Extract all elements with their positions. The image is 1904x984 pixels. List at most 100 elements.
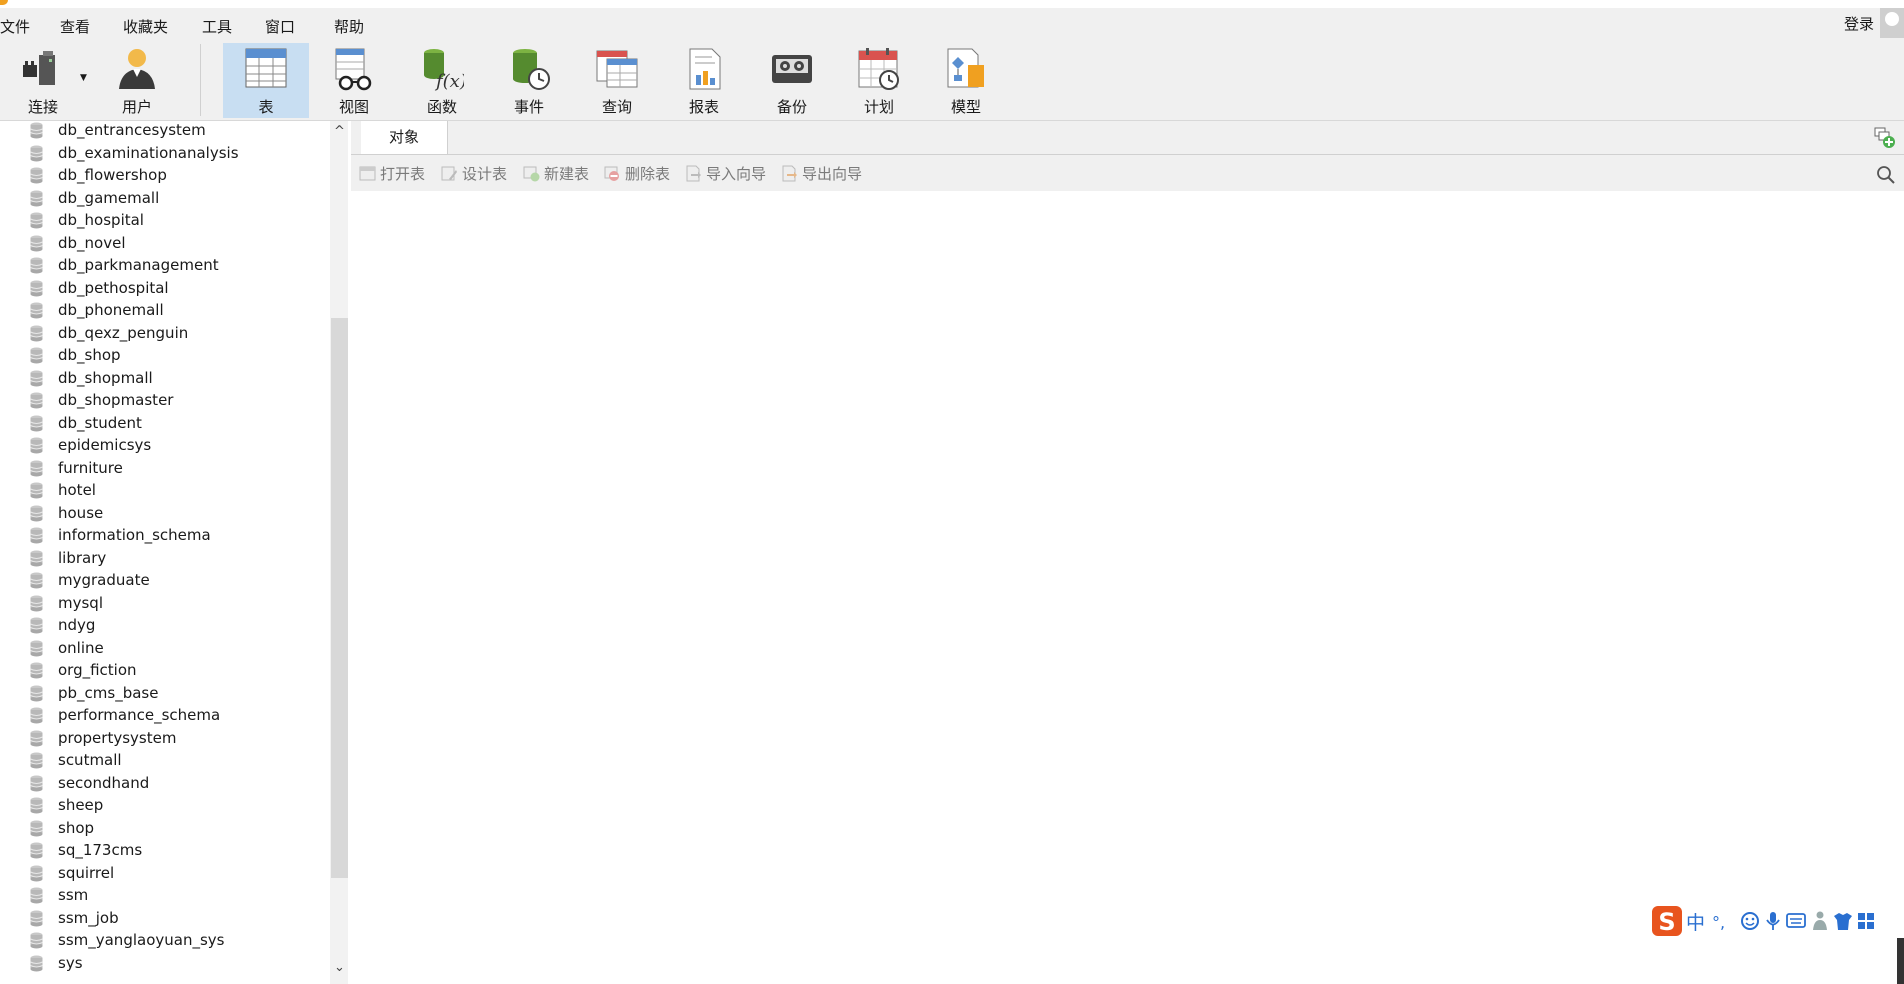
database-name: online [58, 638, 104, 657]
table-button[interactable]: 表 [223, 43, 309, 118]
export-icon [782, 165, 797, 182]
emoji-icon[interactable] [1741, 912, 1759, 930]
open-table-button[interactable]: 打开表 [359, 163, 425, 185]
database-name: furniture [58, 458, 123, 477]
delete-table-icon [604, 166, 619, 181]
open-table-icon [359, 166, 376, 181]
database-icon [30, 707, 43, 724]
database-name: ssm_job [58, 908, 119, 927]
database-icon [30, 392, 43, 409]
database-icon [30, 167, 43, 184]
database-name: squirrel [58, 863, 115, 882]
database-icon [30, 595, 43, 611]
database-name: scutmall [58, 751, 122, 769]
export-wizard-button[interactable]: 导出向导 [781, 163, 862, 185]
microphone-icon[interactable] [1766, 912, 1780, 930]
delete-table-label: 删除表 [625, 165, 671, 183]
chevron-down-icon[interactable]: ▼ [80, 73, 87, 83]
menu-file[interactable]: 文件 [0, 16, 30, 37]
ime-mode-label[interactable]: 中 [1686, 912, 1705, 934]
skin-shirt-icon[interactable] [1834, 913, 1852, 930]
query-button[interactable]: 查询 [574, 43, 660, 118]
database-name: db_phonemall [58, 301, 164, 319]
database-icon [30, 550, 43, 566]
model-label: 模型 [950, 98, 981, 116]
database-icon [30, 865, 43, 881]
database-name: db_hospital [58, 211, 144, 229]
database-icon [30, 302, 43, 319]
assistant-icon[interactable] [1813, 911, 1827, 931]
model-button[interactable]: 模型 [923, 43, 1009, 118]
design-table-button[interactable]: 设计表 [441, 163, 507, 185]
database-icon [30, 662, 43, 679]
tab-objects[interactable]: 对象 [361, 121, 448, 154]
sogou-logo-icon[interactable]: S [1652, 906, 1682, 936]
view-button[interactable]: 视图 [311, 43, 397, 118]
user-button[interactable]: 用户 [94, 43, 180, 118]
database-icon [30, 932, 43, 949]
database-name: db_shop [58, 346, 121, 364]
database-icon [30, 325, 43, 341]
database-icon [30, 730, 43, 746]
database-icon [30, 797, 43, 814]
window-edge [1897, 938, 1904, 984]
database-name: ssm [58, 886, 89, 904]
menu-tools[interactable]: 工具 [202, 16, 232, 37]
database-tree[interactable]: db_entrancesystem db_examinationanalysis d… [0, 121, 330, 984]
database-icon [30, 460, 43, 476]
database-name: house [58, 503, 104, 522]
connect-button[interactable]: ▼ 连接 [0, 43, 87, 118]
punctuation-icon[interactable]: °, [1712, 913, 1725, 932]
open-table-label: 打开表 [380, 165, 426, 183]
database-name: hotel [58, 481, 96, 499]
database-name: db_pethospital [58, 278, 169, 297]
database-name: db_entrancesystem [58, 121, 206, 139]
new-table-button[interactable]: 新建表 [523, 163, 589, 185]
query-label: 查询 [601, 98, 632, 116]
database-name: performance_schema [58, 706, 221, 724]
keyboard-icon[interactable] [1786, 913, 1806, 928]
delete-table-button[interactable]: 删除表 [604, 163, 670, 185]
design-table-icon [441, 166, 457, 181]
search-icon[interactable] [1876, 165, 1896, 185]
schedule-button[interactable]: 计划 [836, 43, 922, 118]
report-button[interactable]: 报表 [661, 43, 747, 118]
report-icon [689, 48, 721, 90]
menu-favorites[interactable]: 收藏夹 [123, 16, 168, 37]
sidebar-scrollbar-thumb[interactable] [331, 318, 348, 878]
database-name: ndyg [58, 616, 96, 634]
menu-view[interactable]: 查看 [60, 16, 90, 37]
menu-help[interactable]: 帮助 [334, 16, 364, 37]
schedule-label: 计划 [863, 98, 894, 116]
view-label: 视图 [338, 98, 369, 116]
import-wizard-button[interactable]: 导入向导 [685, 163, 766, 185]
menu-window[interactable]: 窗口 [265, 16, 295, 37]
database-name: db_shopmall [58, 368, 153, 387]
database-icon [30, 235, 43, 251]
glasses-icon [335, 48, 372, 91]
login-link[interactable]: 登录 [1844, 13, 1874, 34]
database-name: ssm_yanglaoyuan_sys [58, 931, 225, 949]
database-name: db_novel [58, 233, 126, 252]
backup-button[interactable]: 备份 [749, 43, 835, 118]
database-icon [30, 190, 43, 206]
new-tab-icon[interactable] [1874, 127, 1896, 149]
database-name: db_gamemall [58, 188, 160, 207]
scroll-up-arrow-icon[interactable]: ^ [334, 124, 345, 139]
scroll-down-arrow-icon[interactable]: ⌄ [334, 960, 345, 975]
database-icon [30, 257, 43, 274]
database-name: sheep [58, 796, 104, 814]
function-label: 函数 [426, 98, 457, 116]
user-avatar-icon[interactable] [1880, 8, 1904, 38]
toolbox-grid-icon[interactable] [1858, 913, 1874, 929]
function-button[interactable]: f(x) 函数 [399, 43, 485, 118]
object-list-area[interactable] [351, 191, 1904, 984]
ime-toolbar[interactable]: S 中 °, [1650, 904, 1904, 938]
event-button[interactable]: 事件 [486, 43, 572, 118]
object-tab-bar: 对象 [351, 121, 1904, 155]
database-name: secondhand [58, 773, 150, 792]
user-icon [119, 49, 155, 89]
database-name: db_parkmanagement [58, 256, 219, 274]
table-label: 表 [258, 98, 274, 116]
database-icon [30, 640, 43, 656]
